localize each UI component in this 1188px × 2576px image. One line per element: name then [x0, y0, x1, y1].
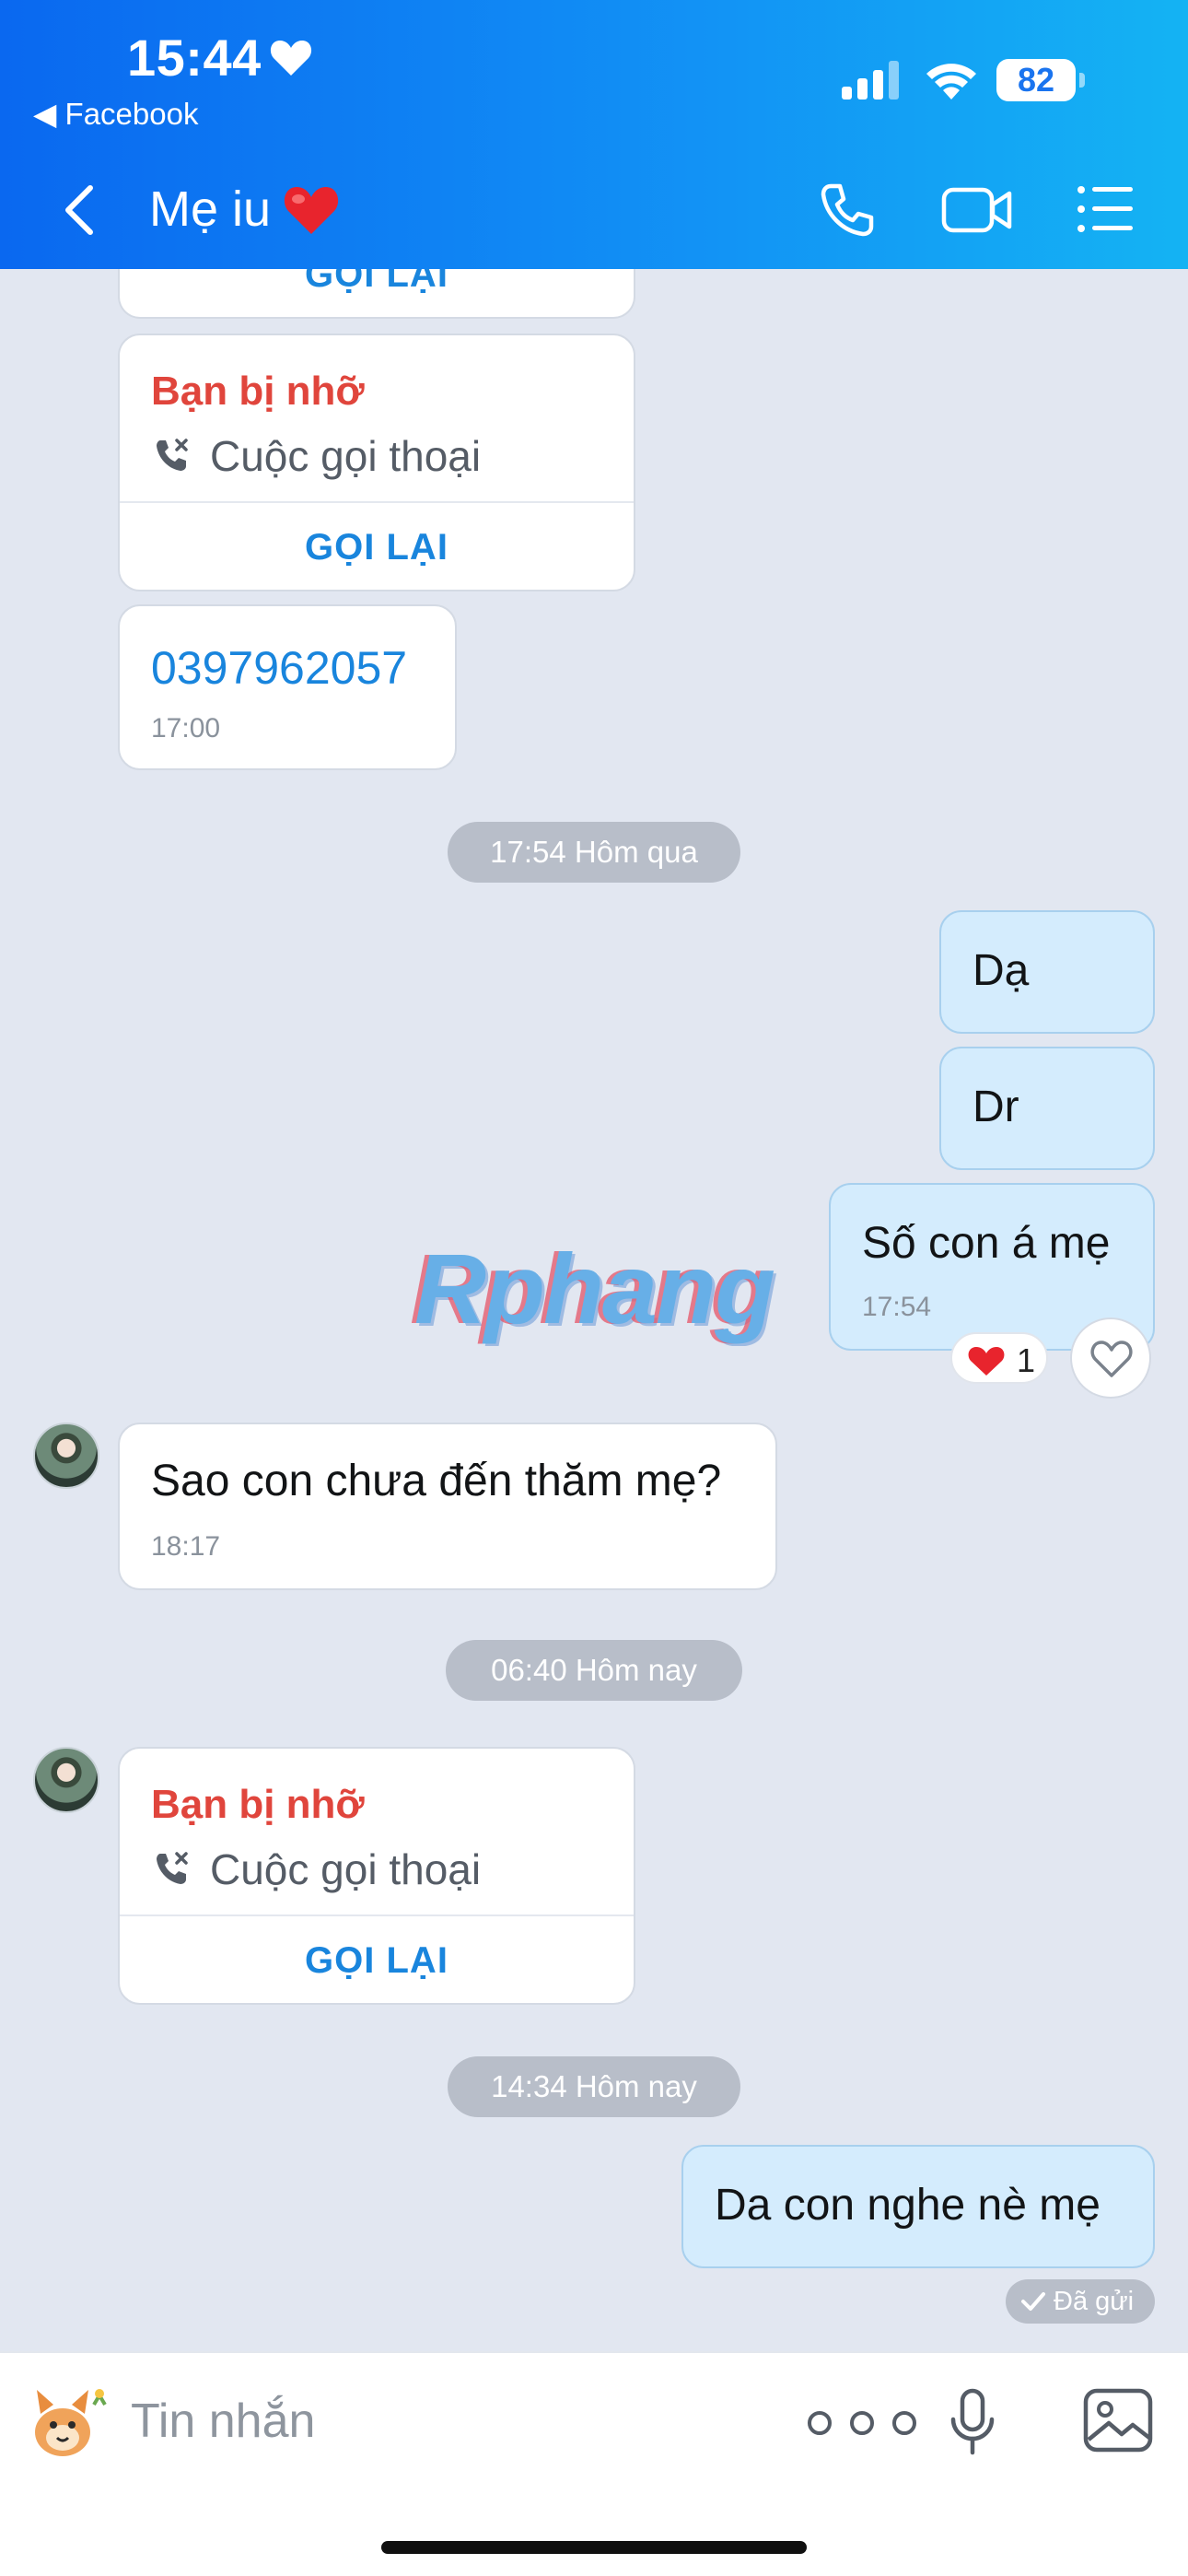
more-dots-icon[interactable] [803, 2405, 921, 2441]
missed-call-icon [157, 1852, 188, 1884]
wifi-icon [926, 64, 976, 100]
date-separator: 06:40 Hôm nay [446, 1640, 742, 1701]
menu-list-icon[interactable] [1076, 184, 1135, 234]
message-time: 18:17 [151, 1531, 221, 1562]
sticker-icon[interactable] [20, 2377, 111, 2467]
like-button[interactable] [1070, 1317, 1151, 1399]
battery-level: 82 [996, 59, 1076, 101]
missed-call-card: Bạn bị nhỡ Cuộc gọi thoại GỌI LẠI [118, 334, 635, 591]
status-time: 15:44 [127, 29, 262, 87]
callback-button[interactable]: GỌI LẠI [120, 1940, 634, 1982]
callback-button[interactable]: GỌI LẠI [120, 527, 634, 568]
avatar[interactable] [33, 1747, 99, 1813]
sent-status-label: Đã gửi [1054, 2287, 1135, 2316]
chat-title[interactable]: Mẹ iu [149, 181, 271, 238]
date-separator: 14:34 Hôm nay [448, 2056, 740, 2117]
gallery-icon[interactable] [1083, 2388, 1153, 2453]
message-input-bar: Tin nhắn [0, 2351, 1188, 2576]
signal-icon [842, 61, 899, 100]
heart-icon [284, 187, 339, 234]
phone-number-link[interactable]: 0397962057 [151, 641, 407, 695]
back-arrow-icon[interactable] [61, 182, 98, 238]
back-to-app-link[interactable]: ◀ Facebook [33, 96, 198, 132]
call-type-label: Cuộc gọi thoại [210, 432, 482, 480]
sent-status-badge: Đã gửi [1006, 2279, 1155, 2324]
message-text: Dr [973, 1083, 1019, 1131]
outgoing-message[interactable]: Dạ [939, 910, 1155, 1034]
battery-tip [1079, 73, 1085, 88]
missed-call-card: Bạn bị nhỡ Cuộc gọi thoại GỌI LẠI [118, 1747, 635, 2005]
incoming-message[interactable]: Sao con chưa đến thăm mẹ? 18:17 [118, 1423, 777, 1590]
message-time: 17:54 [862, 1292, 932, 1322]
microphone-icon[interactable] [949, 2388, 996, 2456]
message-time: 17:00 [151, 713, 221, 744]
missed-call-icon [157, 439, 188, 471]
phone-icon[interactable] [818, 181, 877, 240]
date-separator: 17:54 Hôm qua [448, 822, 740, 883]
heart-icon [968, 1347, 1005, 1376]
heart-icon [270, 41, 312, 76]
message-text: Số con á mẹ [862, 1219, 1111, 1268]
message-text: Da con nghe nè mẹ [715, 2181, 1101, 2230]
outgoing-message[interactable]: Da con nghe nè mẹ [681, 2145, 1155, 2268]
phone-number-message: 0397962057 17:00 [118, 604, 457, 770]
call-type-label: Cuộc gọi thoại [210, 1845, 482, 1893]
chat-header: 15:44 ◀ Facebook 82 Mẹ iu [0, 0, 1188, 269]
missed-call-title: Bạn bị nhỡ [151, 1782, 365, 1827]
message-input[interactable]: Tin nhắn [131, 2394, 315, 2449]
reaction-badge[interactable]: 1 [950, 1332, 1048, 1384]
card-divider [120, 1914, 634, 1916]
message-text: Dạ [973, 946, 1030, 995]
home-indicator [381, 2541, 807, 2554]
card-divider [120, 501, 634, 503]
missed-call-title: Bạn bị nhỡ [151, 369, 365, 414]
avatar[interactable] [33, 1423, 99, 1489]
message-text: Sao con chưa đến thăm mẹ? [151, 1457, 722, 1505]
like-heart-icon [1090, 1341, 1133, 1377]
video-call-icon[interactable] [941, 186, 1013, 234]
battery-icon: 82 [996, 59, 1085, 101]
reaction-count: 1 [1017, 1341, 1036, 1379]
check-icon [1021, 2292, 1045, 2311]
outgoing-message[interactable]: Dr [939, 1047, 1155, 1170]
watermark-logo: Rphang [414, 1233, 775, 1344]
